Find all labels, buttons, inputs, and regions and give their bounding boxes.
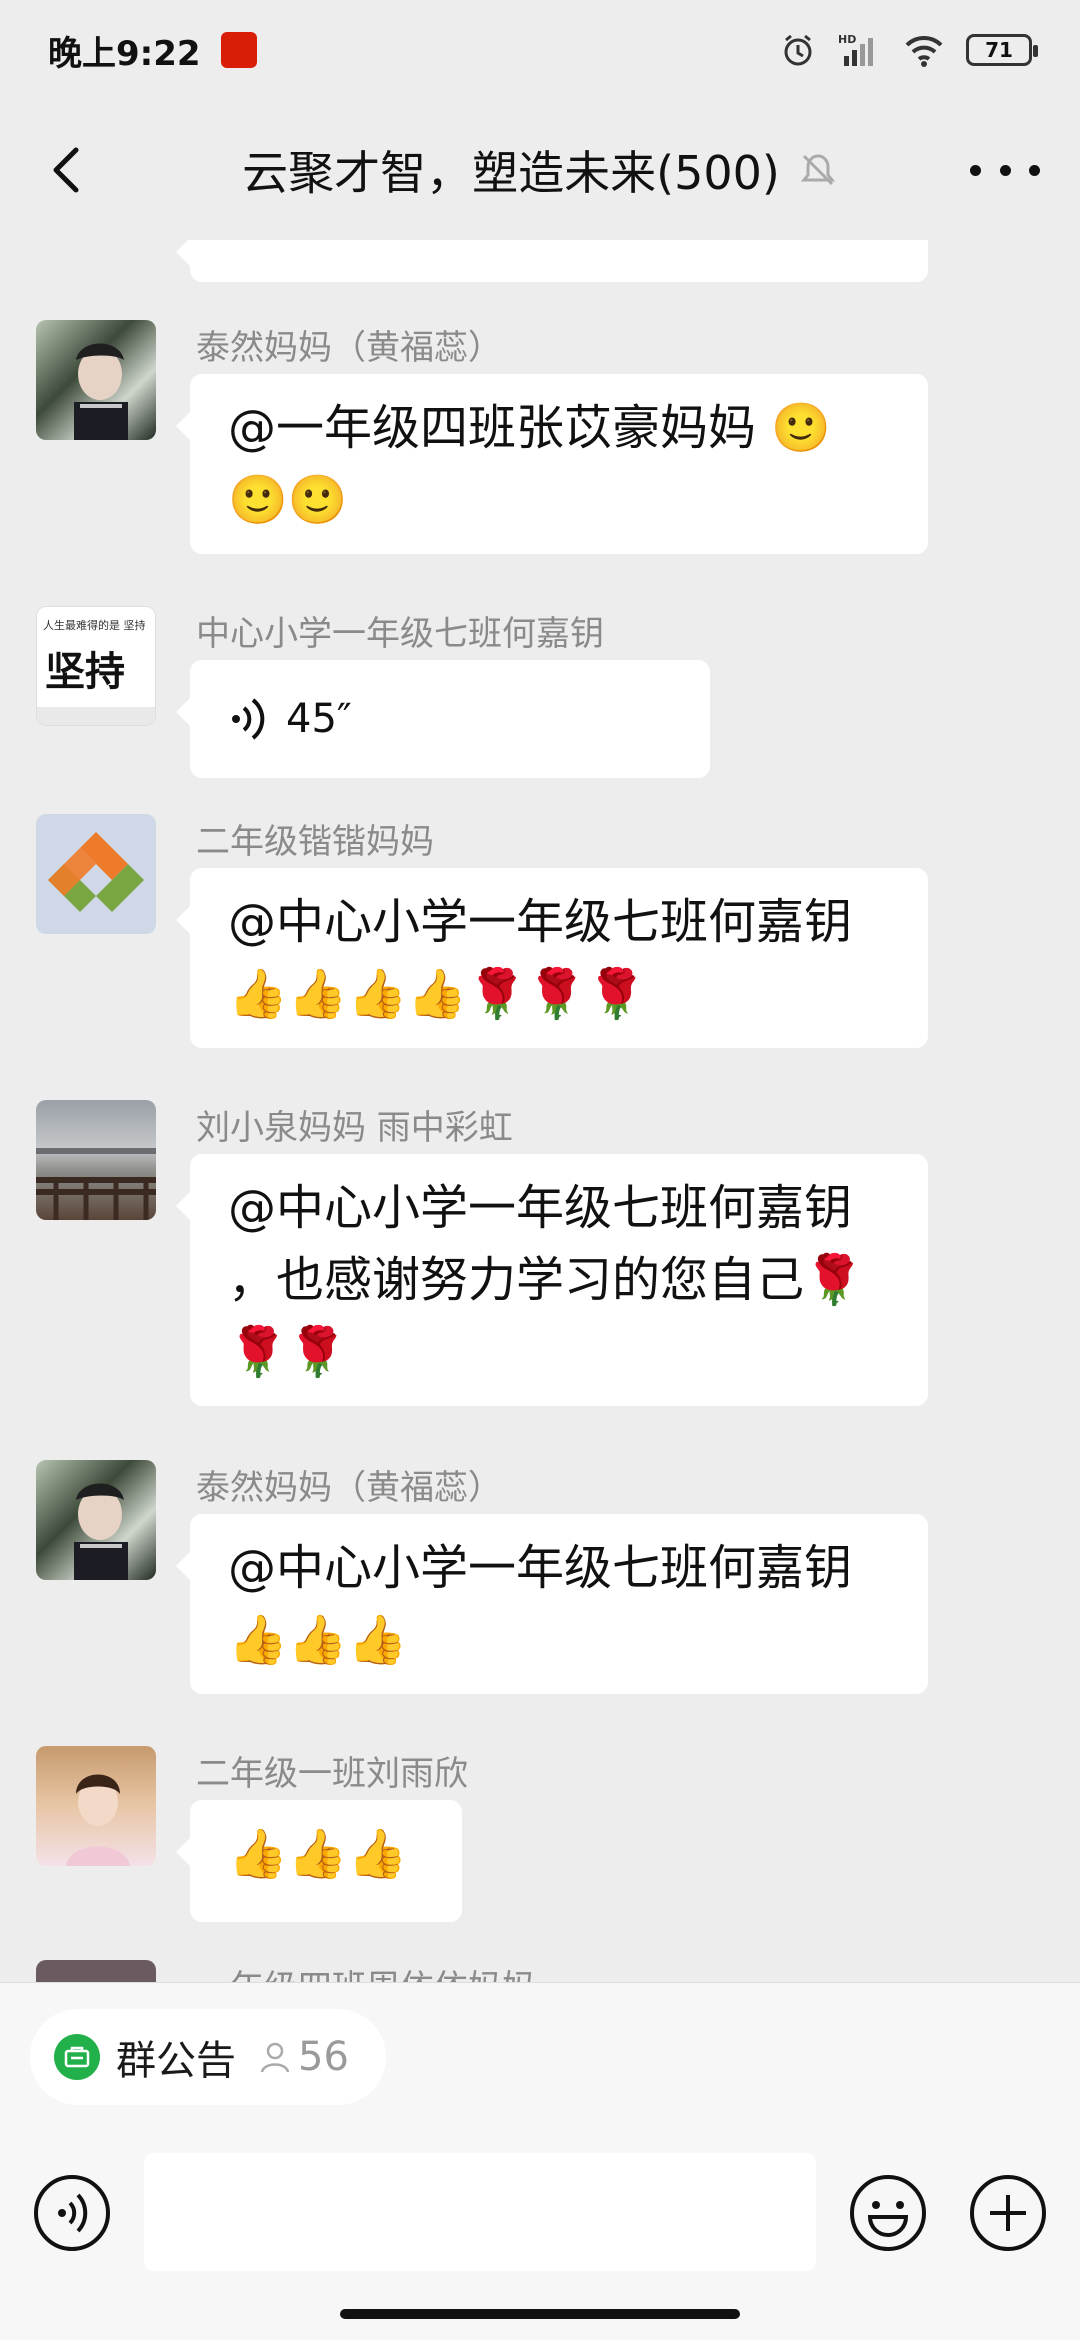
avatar[interactable]: 人生最难得的是 坚持坚持 <box>36 606 156 726</box>
sender-name: 泰然妈妈（黄福蕊） <box>196 328 502 368</box>
battery-indicator: 71 <box>966 34 1038 66</box>
alarm-icon <box>784 34 812 66</box>
avatar[interactable] <box>36 814 156 934</box>
svg-text:坚持: 坚持 <box>45 648 125 695</box>
group-title: 云聚才智，塑造未来(500) <box>242 146 780 200</box>
status-bar: 晚上9:22 HD 71 <box>0 0 1080 100</box>
member-count: 56 <box>258 2034 349 2080</box>
signal-icon: HD <box>838 33 873 66</box>
status-time: 晚上9:22 <box>48 33 201 74</box>
more-options-button[interactable] <box>970 150 1040 190</box>
group-notice-button[interactable]: 群公告 56 <box>30 2009 386 2105</box>
voice-wave-icon <box>232 698 265 740</box>
app-notification-icon <box>220 32 257 68</box>
person-icon <box>260 2042 290 2073</box>
voice-message-bubble[interactable]: 45″ <box>176 660 710 778</box>
sender-name: 泰然妈妈（黄福蕊） <box>196 1468 502 1508</box>
message-bubble[interactable]: @一年级四班张苡豪妈妈 🙂 🙂🙂 <box>176 374 928 554</box>
avatar[interactable] <box>36 1460 156 1580</box>
message-bubble[interactable]: 👍👍👍👍 <box>176 240 928 282</box>
home-indicator[interactable] <box>340 2309 740 2319</box>
wifi-icon <box>905 35 943 67</box>
message-bubble[interactable]: @中心小学一年级七班何嘉钥 👍👍👍 <box>176 1514 928 1694</box>
message-list[interactable]: 👍👍👍👍 泰然妈妈（黄福蕊） @一年级四班张苡豪妈妈 🙂 🙂🙂 人生最难得的是 … <box>0 240 1080 1982</box>
sender-name: 二年级一班刘雨欣 <box>196 1754 468 1794</box>
more-functions-button[interactable] <box>968 2173 1048 2253</box>
notice-label: 群公告 <box>116 2038 236 2084</box>
bottom-bar: 群公告 56 <box>0 1982 1080 2340</box>
chat-header: 云聚才智，塑造未来(500) <box>0 100 1080 240</box>
status-icons: HD 71 <box>780 32 1038 68</box>
avatar[interactable] <box>36 1746 156 1866</box>
svg-text:HD: HD <box>838 33 856 46</box>
sender-name: 二年级锴锴妈妈 <box>196 822 434 862</box>
avatar[interactable] <box>36 320 156 440</box>
svg-text:人生最难得的是 坚持: 人生最难得的是 坚持 <box>43 618 146 632</box>
message-bubble[interactable]: @中心小学一年级七班何嘉钥 👍👍👍👍🌹🌹🌹 <box>176 868 928 1048</box>
avatar[interactable] <box>36 1100 156 1220</box>
sender-name: 刘小泉妈妈 雨中彩虹 <box>196 1108 513 1148</box>
avatar[interactable] <box>36 1960 156 1982</box>
notice-icon <box>54 2034 100 2080</box>
message-bubble[interactable]: @中心小学一年级七班何嘉钥 ，也感谢努力学习的您自己🌹 🌹🌹 <box>176 1154 928 1406</box>
voice-duration: 45″ <box>286 696 352 742</box>
sender-name: 中心小学一年级七班何嘉钥 <box>196 614 604 654</box>
voice-input-button[interactable] <box>32 2173 112 2253</box>
sender-name: 一年级四班周依依妈妈 <box>196 1960 536 1982</box>
mute-bell-icon <box>800 154 835 186</box>
message-input[interactable] <box>144 2153 816 2271</box>
emoji-button[interactable] <box>848 2173 928 2253</box>
back-button[interactable] <box>40 140 100 200</box>
message-bubble[interactable]: 👍👍👍 <box>176 1800 462 1922</box>
